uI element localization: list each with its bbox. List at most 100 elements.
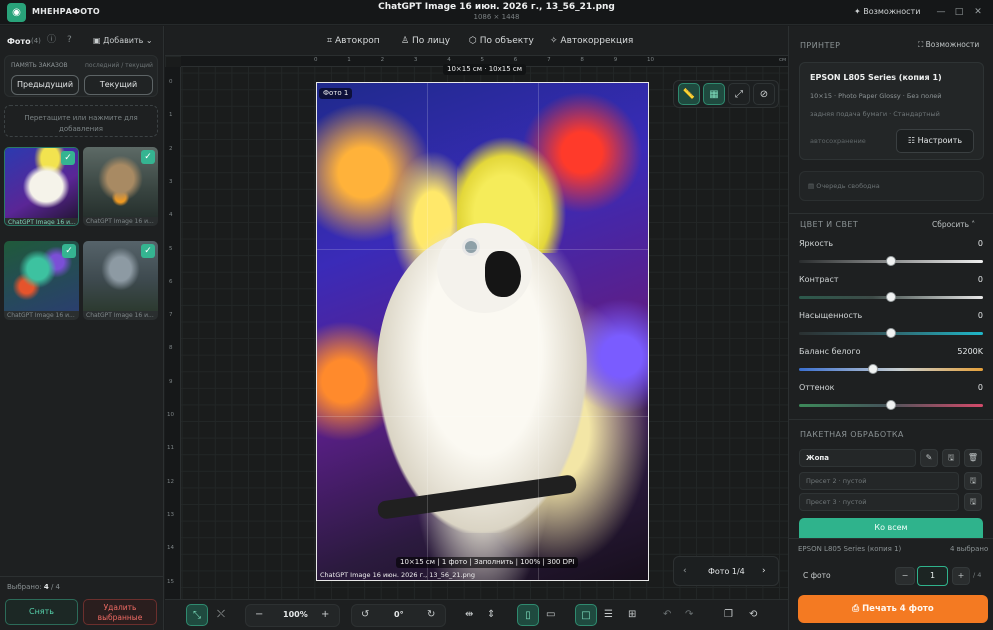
fit-icon[interactable]: ⤡	[186, 604, 208, 626]
zoom-in-icon[interactable]: +	[321, 610, 329, 620]
printer-capabilities-label: Возможности	[925, 40, 980, 49]
configure-button[interactable]: ☷ Настроить	[896, 129, 974, 153]
ruler-tick-y: 5	[169, 245, 173, 252]
thumbnail-caption: ChatGPT Image 16 и...	[7, 312, 75, 319]
drop-zone[interactable]: Перетащите или нажмите для добавления	[4, 105, 158, 137]
slider-label: Контраст	[799, 275, 839, 284]
duplicate-icon[interactable]: ❐	[724, 610, 733, 620]
flip-vertical-icon[interactable]: ⇕	[487, 610, 495, 620]
checkmark-icon[interactable]: ✓	[61, 151, 75, 165]
fullscreen-icon[interactable]: ⤢	[728, 83, 750, 105]
capabilities-button[interactable]: ✦ Возможности	[854, 8, 920, 16]
autosave-label: автосохранение	[810, 137, 866, 145]
left-panel: Фото (4) ⓘ ? ▣ Добавить ⌄ ПАМЯТЬ ЗАКАЗОВ…	[0, 26, 164, 630]
divider	[789, 538, 993, 539]
slider-label: Насыщенность	[799, 311, 863, 320]
thumbnail-caption: ChatGPT Image 16 и...	[8, 219, 76, 226]
hide-overlay-icon[interactable]: ⊘	[753, 83, 775, 105]
slider-knob[interactable]	[886, 292, 896, 302]
slider-knob[interactable]	[886, 256, 896, 266]
zoom-out-icon[interactable]: −	[255, 610, 263, 620]
deselect-button[interactable]: Снять	[5, 599, 78, 625]
thumbnail-4[interactable]: ChatGPT Image 16 и... ✓	[83, 241, 158, 320]
ruler-tick-x: 5	[480, 57, 485, 63]
add-label: Добавить	[103, 36, 144, 45]
preset-2[interactable]: Пресет 2 · пустой	[799, 472, 959, 490]
help-icon[interactable]: ?	[67, 36, 72, 45]
delete-selected-button[interactable]: Удалить выбранные	[83, 599, 157, 625]
layout-two-icon[interactable]: ☰	[604, 610, 613, 620]
guide-line	[317, 249, 648, 250]
rotate-right-icon[interactable]: ↻	[427, 610, 435, 620]
chevron-up-icon: ˄	[969, 220, 976, 229]
apply-all-button[interactable]: Ко всем	[799, 518, 983, 538]
printer-capabilities-button[interactable]: ⛶ Возможности	[918, 41, 979, 49]
landscape-icon[interactable]: ▭	[546, 610, 555, 620]
printer-feed: задняя подача бумаги · Стандартный	[810, 110, 940, 118]
photo-info-bar: 10×15 см | 1 фото | Заполнить | 100% | 3…	[396, 557, 579, 568]
print-button[interactable]: ⎙ Печать 4 фото	[798, 595, 988, 623]
cube-icon: ⬡	[469, 36, 480, 46]
decrement-icon[interactable]: −	[895, 567, 915, 585]
checkmark-icon[interactable]: ✓	[141, 244, 155, 258]
checkmark-icon[interactable]: ✓	[62, 244, 76, 258]
by-face-button[interactable]: ♙ По лицу	[401, 37, 450, 46]
grid-toggle-icon[interactable]: ▦	[703, 83, 725, 105]
add-photos-button[interactable]: ▣ Добавить ⌄	[93, 37, 153, 45]
batch-section-title: ПАКЕТНАЯ ОБРАБОТКА	[800, 430, 904, 439]
thumbnail-2[interactable]: ChatGPT Image 16 и... ✓	[83, 147, 158, 226]
current-button[interactable]: Текущий	[84, 75, 153, 95]
maximize-icon[interactable]: □	[953, 6, 965, 18]
increment-icon[interactable]: +	[952, 567, 970, 585]
thumbnail-1[interactable]: ChatGPT Image 16 и... ✓	[4, 147, 79, 226]
slider-label: Яркость	[799, 239, 834, 248]
photo-preview[interactable]	[316, 82, 649, 581]
preset-1[interactable]: Жопа	[799, 449, 916, 467]
thumbnail-3[interactable]: ChatGPT Image 16 и... ✓	[4, 241, 79, 320]
layout-single-icon[interactable]: □	[575, 604, 597, 626]
reset-icon[interactable]: ⟲	[749, 610, 757, 620]
slider-track[interactable]	[799, 368, 983, 371]
previous-button[interactable]: Предыдущий	[11, 75, 79, 95]
copies-input[interactable]: 1	[917, 566, 948, 586]
rotate-left-icon[interactable]: ↺	[361, 610, 369, 620]
ruler-tick-x: 8	[580, 57, 584, 63]
next-photo-icon[interactable]: ›	[762, 567, 766, 576]
info-icon[interactable]: ⓘ	[47, 36, 56, 45]
ruler-tick-y: 10	[167, 412, 174, 418]
redo-icon[interactable]: ↷	[685, 610, 693, 620]
minimize-icon[interactable]: —	[935, 6, 947, 18]
flip-horizontal-icon[interactable]: ⇹	[465, 610, 473, 620]
overlay-tools: 📏 ▦ ⤢ ⊘	[673, 80, 779, 108]
reset-colors-button[interactable]: Сбросить ˄	[932, 221, 975, 229]
autocrop-button[interactable]: ⌗ Автокроп	[327, 37, 380, 46]
save-icon[interactable]: 🖫	[964, 493, 982, 511]
undo-icon[interactable]: ↶	[663, 610, 671, 620]
by-object-button[interactable]: ⬡ По объекту	[469, 37, 534, 46]
layout-grid-icon[interactable]: ⊞	[628, 610, 636, 620]
memory-title: ПАМЯТЬ ЗАКАЗОВ	[11, 62, 68, 69]
by-face-label: По лицу	[411, 36, 451, 46]
save-icon[interactable]: 🖫	[942, 449, 960, 467]
selected-counter: Выбрано: 4 / 4	[7, 584, 60, 591]
divider	[0, 576, 164, 577]
autocorrect-button[interactable]: ✧ Автокоррекция	[550, 37, 633, 46]
close-icon[interactable]: ✕	[972, 6, 984, 18]
slider-knob[interactable]	[867, 364, 878, 374]
order-memory: ПАМЯТЬ ЗАКАЗОВ последний / текущий Преды…	[4, 55, 158, 97]
prev-photo-icon[interactable]: ‹	[683, 567, 687, 576]
ruler-toggle-icon[interactable]: 📏	[678, 83, 700, 105]
person-icon: ♙	[401, 36, 412, 46]
slider-knob[interactable]	[886, 400, 896, 410]
shrink-icon[interactable]: ⤬	[217, 610, 225, 620]
footer-printer: EPSON L805 Series (копия 1)	[798, 545, 902, 553]
save-icon[interactable]: 🖫	[964, 472, 982, 490]
delete-icon[interactable]: 🗑	[964, 449, 982, 467]
portrait-icon[interactable]: ▯	[517, 604, 539, 626]
ruler-tick-y: 8	[169, 345, 173, 352]
edit-icon[interactable]: ✎	[920, 449, 938, 467]
preset-3[interactable]: Пресет 3 · пустой	[799, 493, 959, 511]
print-queue: ▤ Очередь свободна	[799, 171, 984, 201]
checkmark-icon[interactable]: ✓	[141, 150, 155, 164]
slider-knob[interactable]	[886, 328, 896, 338]
